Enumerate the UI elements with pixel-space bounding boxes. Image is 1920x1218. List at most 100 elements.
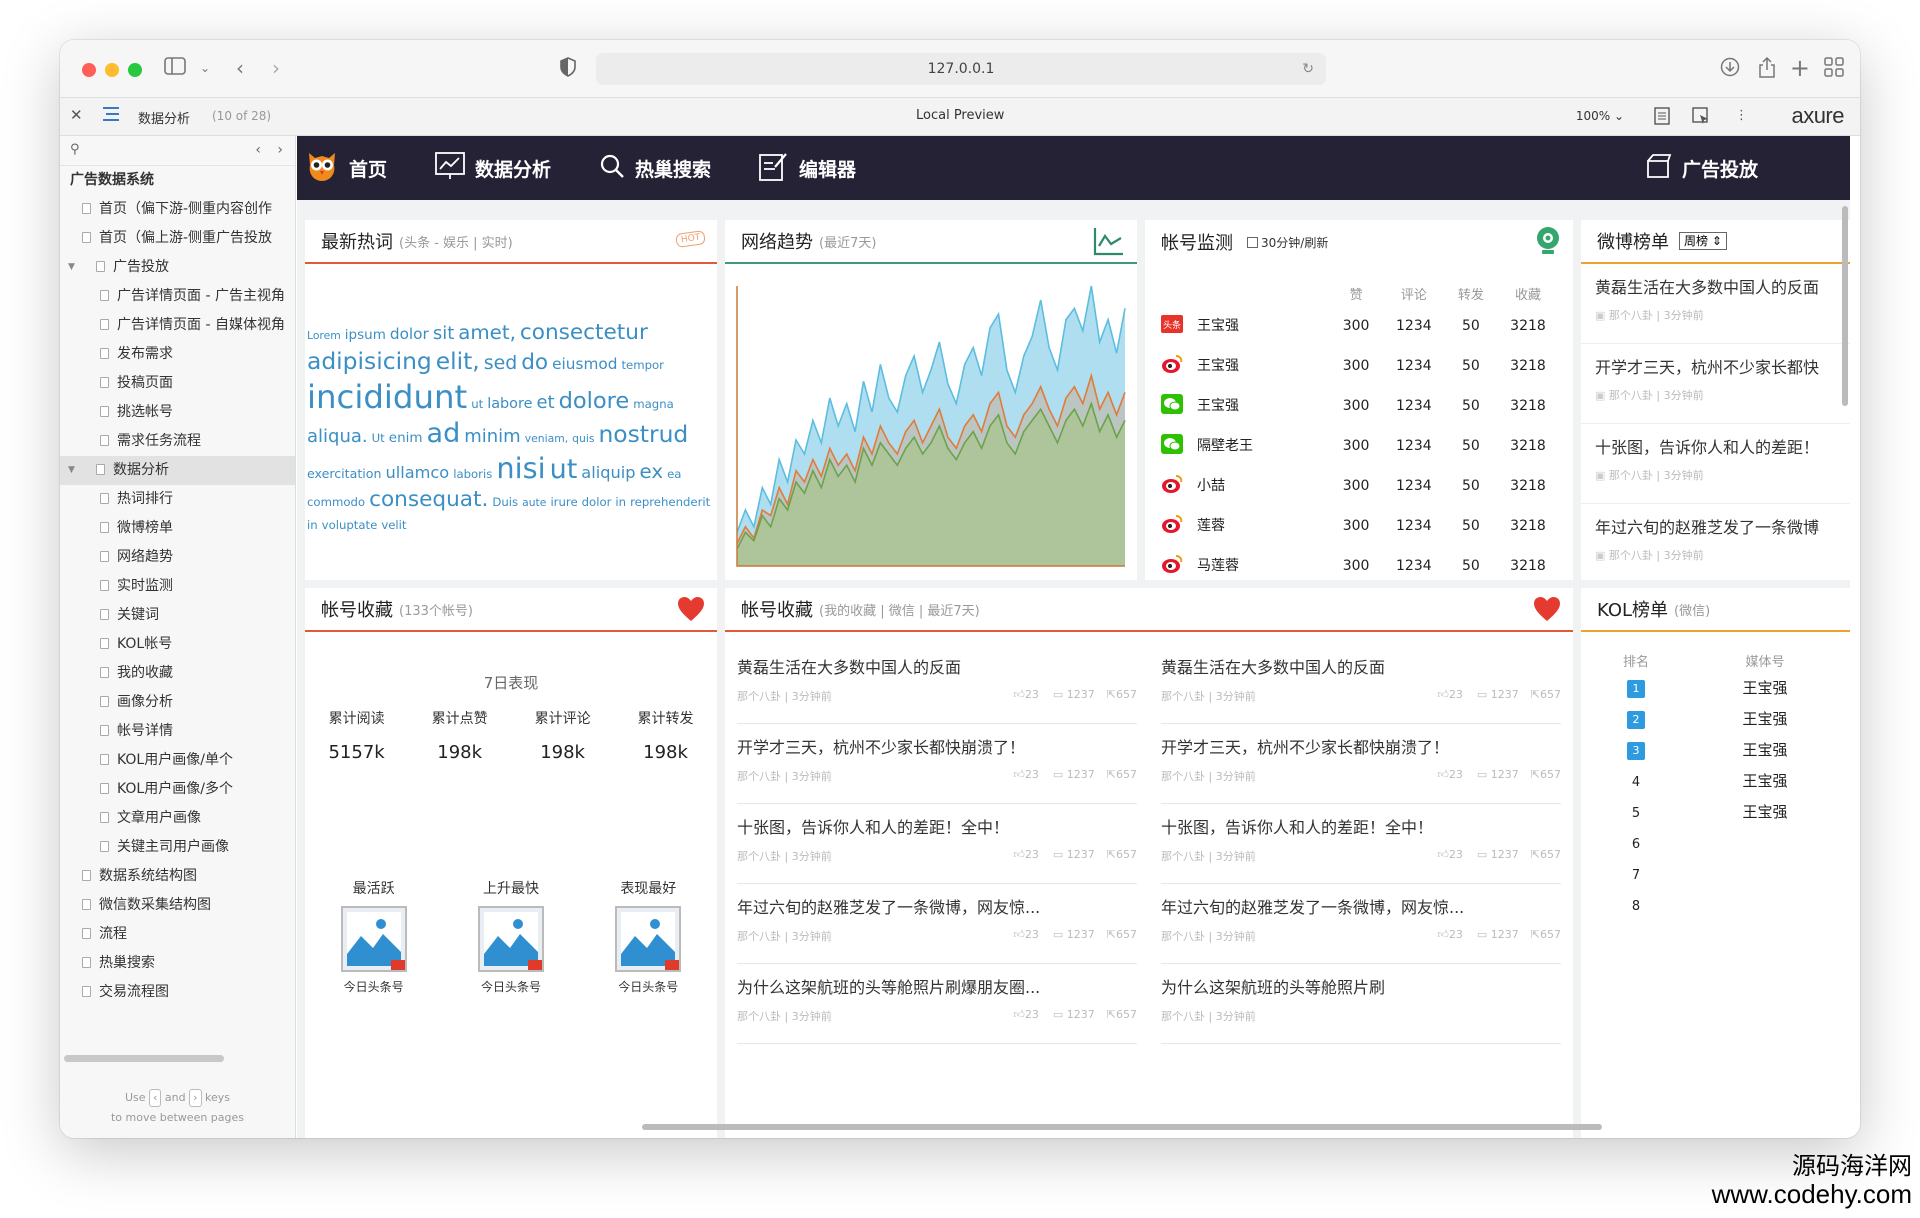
chevron-down-icon[interactable]: ⌄ bbox=[200, 57, 210, 79]
download-icon[interactable] bbox=[1720, 57, 1740, 81]
shield-icon[interactable] bbox=[560, 57, 576, 81]
more-icon[interactable]: ⋮ bbox=[1735, 108, 1748, 123]
expand-arrow-icon[interactable]: ▼ bbox=[68, 456, 75, 485]
sidebar-search[interactable]: ⚲ ‹ › bbox=[60, 136, 295, 166]
weibo-item[interactable]: 黄磊生活在大多数中国人的反面 ▣ 那个八卦 | 3分钟前 bbox=[1581, 264, 1850, 344]
sidebar-item[interactable]: 发布需求 bbox=[60, 340, 295, 369]
sidebar-item[interactable]: 我的收藏 bbox=[60, 659, 295, 688]
article-item[interactable]: 黄磊生活在大多数中国人的反面 那个八卦 | 3分钟前 👍︎23 ▭ 1237 ⇱657 bbox=[1161, 644, 1561, 724]
sidebar-item[interactable]: 投稿页面 bbox=[60, 369, 295, 398]
nav-home[interactable]: 首页 bbox=[305, 149, 387, 188]
sidebar-item[interactable]: 数据系统结构图 bbox=[60, 862, 295, 891]
monitor-row[interactable]: 马莲蓉 300 1234 50 3218 bbox=[1161, 546, 1561, 586]
minimize-window-button[interactable] bbox=[105, 63, 119, 77]
expand-arrow-icon[interactable]: ▼ bbox=[68, 253, 75, 282]
kol-row[interactable]: 7 bbox=[1581, 858, 1839, 889]
monitor-row[interactable]: 小喆 300 1234 50 3218 bbox=[1161, 466, 1561, 506]
article-item[interactable]: 年过六旬的赵雅芝发了一条微博，网友惊... 那个八卦 | 3分钟前 👍︎23 ▭ 12… bbox=[737, 884, 1137, 964]
zoom-select[interactable]: 100% ⌄ bbox=[1576, 109, 1624, 123]
sidebar-item[interactable]: KOL用户画像/单个 bbox=[60, 746, 295, 775]
monitor-row[interactable]: 王宝强 300 1234 50 3218 bbox=[1161, 386, 1561, 426]
article-item[interactable]: 开学才三天，杭州不少家长都快崩溃了！ 那个八卦 | 3分钟前 👍︎23 ▭ 1237 ⇱… bbox=[737, 724, 1137, 804]
sidebar-toggle-icon[interactable] bbox=[164, 57, 186, 79]
highlight-account[interactable]: 最活跃 今日头条号 bbox=[340, 878, 407, 995]
share-icon[interactable] bbox=[1758, 56, 1776, 83]
monitor-row[interactable]: 莲蓉 300 1234 50 3218 bbox=[1161, 506, 1561, 546]
reload-icon[interactable]: ↻ bbox=[1302, 61, 1314, 77]
kol-row[interactable]: 8 bbox=[1581, 889, 1839, 920]
menu-icon[interactable] bbox=[102, 106, 120, 126]
weibo-item[interactable]: 开学才三天，杭州不少家长都快 ▣ 那个八卦 | 3分钟前 bbox=[1581, 344, 1850, 424]
new-tab-icon[interactable]: + bbox=[1790, 56, 1810, 80]
sidebar-item[interactable]: ▼ 广告投放 bbox=[60, 253, 295, 282]
monitor-row[interactable]: 隔壁老王 300 1234 50 3218 bbox=[1161, 426, 1561, 466]
article-item[interactable]: 为什么这架航班的头等舱照片刷爆朋友圈... 那个八卦 | 3分钟前 👍︎23 ▭ 12… bbox=[737, 964, 1137, 1044]
sidebar-item[interactable]: 热词排行 bbox=[60, 485, 295, 514]
inspect-icon[interactable] bbox=[1692, 107, 1710, 129]
article-item[interactable]: 年过六旬的赵雅芝发了一条微博，网友惊... 那个八卦 | 3分钟前 👍︎23 ▭ 12… bbox=[1161, 884, 1561, 964]
prev-page-icon[interactable]: ‹ bbox=[255, 142, 261, 158]
kol-row[interactable]: 3 王宝强 bbox=[1581, 734, 1839, 765]
article-item[interactable]: 为什么这架航班的头等舱照片刷 那个八卦 | 3分钟前 bbox=[1161, 964, 1561, 1044]
kol-row[interactable]: 2 王宝强 bbox=[1581, 703, 1839, 734]
sidebar-item[interactable]: 需求任务流程 bbox=[60, 427, 295, 456]
sidebar-item[interactable]: 挑选帐号 bbox=[60, 398, 295, 427]
tab-overview-icon[interactable] bbox=[1824, 57, 1844, 81]
sidebar-item[interactable]: ▼ 数据分析 bbox=[60, 456, 295, 485]
sidebar-item[interactable]: 热巢搜索 bbox=[60, 949, 295, 978]
share-icon: ⇱ bbox=[1106, 928, 1116, 941]
sidebar-item[interactable]: 关键词 bbox=[60, 601, 295, 630]
zoom-window-button[interactable] bbox=[128, 63, 142, 77]
sidebar-item[interactable]: KOL用户画像/多个 bbox=[60, 775, 295, 804]
sidebar-item[interactable]: 流程 bbox=[60, 920, 295, 949]
sidebar-item[interactable]: 首页（偏上游-侧重广告投放 bbox=[60, 224, 295, 253]
kol-row[interactable]: 4 王宝强 bbox=[1581, 765, 1839, 796]
sidebar-item[interactable]: 网络趋势 bbox=[60, 543, 295, 572]
article-item[interactable]: 十张图，告诉你人和人的差距！全中！ 那个八卦 | 3分钟前 👍︎23 ▭ 1237 ⇱6… bbox=[737, 804, 1137, 884]
sidebar-item[interactable]: 广告详情页面 - 自媒体视角 bbox=[60, 311, 295, 340]
refresh-checkbox[interactable]: 30分钟/刷新 bbox=[1247, 234, 1328, 251]
monitor-row[interactable]: 头条 王宝强 300 1234 50 3218 bbox=[1161, 306, 1561, 346]
monitor-value: 300 bbox=[1342, 438, 1370, 454]
sidebar-item[interactable]: 帐号详情 bbox=[60, 717, 295, 746]
nav-analysis[interactable]: 数据分析 bbox=[435, 151, 551, 185]
kol-row[interactable]: 1 王宝强 bbox=[1581, 672, 1839, 703]
next-page-icon[interactable]: › bbox=[277, 142, 283, 158]
kol-row[interactable]: 6 bbox=[1581, 827, 1839, 858]
sidebar-item[interactable]: 交易流程图 bbox=[60, 978, 295, 1007]
sidebar-item[interactable]: 首页（偏下游-侧重内容创作 bbox=[60, 195, 295, 224]
vertical-scrollbar[interactable] bbox=[1842, 206, 1848, 406]
forward-icon[interactable]: › bbox=[272, 57, 280, 79]
highlight-account[interactable]: 表现最好 今日头条号 bbox=[615, 878, 682, 995]
weibo-item[interactable]: 年过六旬的赵雅芝发了一条微博 ▣ 那个八卦 | 3分钟前 bbox=[1581, 504, 1850, 580]
back-icon[interactable]: ‹ bbox=[236, 57, 244, 79]
highlight-account[interactable]: 上升最快 今日头条号 bbox=[477, 878, 544, 995]
kol-row[interactable]: 5 王宝强 bbox=[1581, 796, 1839, 827]
monitor-row[interactable]: 王宝强 300 1234 50 3218 bbox=[1161, 346, 1561, 386]
sidebar-item[interactable]: 实时监测 bbox=[60, 572, 295, 601]
heart-icon[interactable] bbox=[1533, 596, 1561, 626]
comment-count: 1237 bbox=[1490, 848, 1519, 861]
heart-icon[interactable] bbox=[677, 596, 705, 626]
sidebar-item[interactable]: 画像分析 bbox=[60, 688, 295, 717]
close-icon[interactable]: ✕ bbox=[70, 106, 83, 124]
sidebar-item[interactable]: 微博榜单 bbox=[60, 514, 295, 543]
article-item[interactable]: 黄磊生活在大多数中国人的反面 那个八卦 | 3分钟前 👍︎23 ▭ 1237 ⇱657 bbox=[737, 644, 1137, 724]
nav-editor[interactable]: 编辑器 bbox=[759, 151, 856, 186]
nav-ads[interactable]: 广告投放 bbox=[1644, 136, 1758, 200]
close-window-button[interactable] bbox=[82, 63, 96, 77]
sidebar-item[interactable]: 微信数采集结构图 bbox=[60, 891, 295, 920]
sidebar-item[interactable]: 广告详情页面 - 广告主视角 bbox=[60, 282, 295, 311]
horizontal-scrollbar[interactable] bbox=[642, 1124, 1602, 1130]
sidebar-scrollbar[interactable] bbox=[64, 1055, 224, 1062]
sidebar-item[interactable]: 文章用户画像 bbox=[60, 804, 295, 833]
period-select[interactable]: 周榜 ⇕ bbox=[1679, 232, 1727, 250]
weibo-item[interactable]: 十张图，告诉你人和人的差距！ ▣ 那个八卦 | 3分钟前 bbox=[1581, 424, 1850, 504]
address-bar[interactable]: 127.0.0.1 ↻ bbox=[596, 53, 1326, 85]
article-item[interactable]: 开学才三天，杭州不少家长都快崩溃了！ 那个八卦 | 3分钟前 👍︎23 ▭ 1237 ⇱… bbox=[1161, 724, 1561, 804]
sidebar-item[interactable]: KOL帐号 bbox=[60, 630, 295, 659]
article-item[interactable]: 十张图，告诉你人和人的差距！全中！ 那个八卦 | 3分钟前 👍︎23 ▭ 1237 ⇱6… bbox=[1161, 804, 1561, 884]
notes-icon[interactable] bbox=[1654, 107, 1670, 129]
nav-search[interactable]: 热巢搜索 bbox=[599, 153, 711, 184]
sidebar-item[interactable]: 关键主司用户画像 bbox=[60, 833, 295, 862]
